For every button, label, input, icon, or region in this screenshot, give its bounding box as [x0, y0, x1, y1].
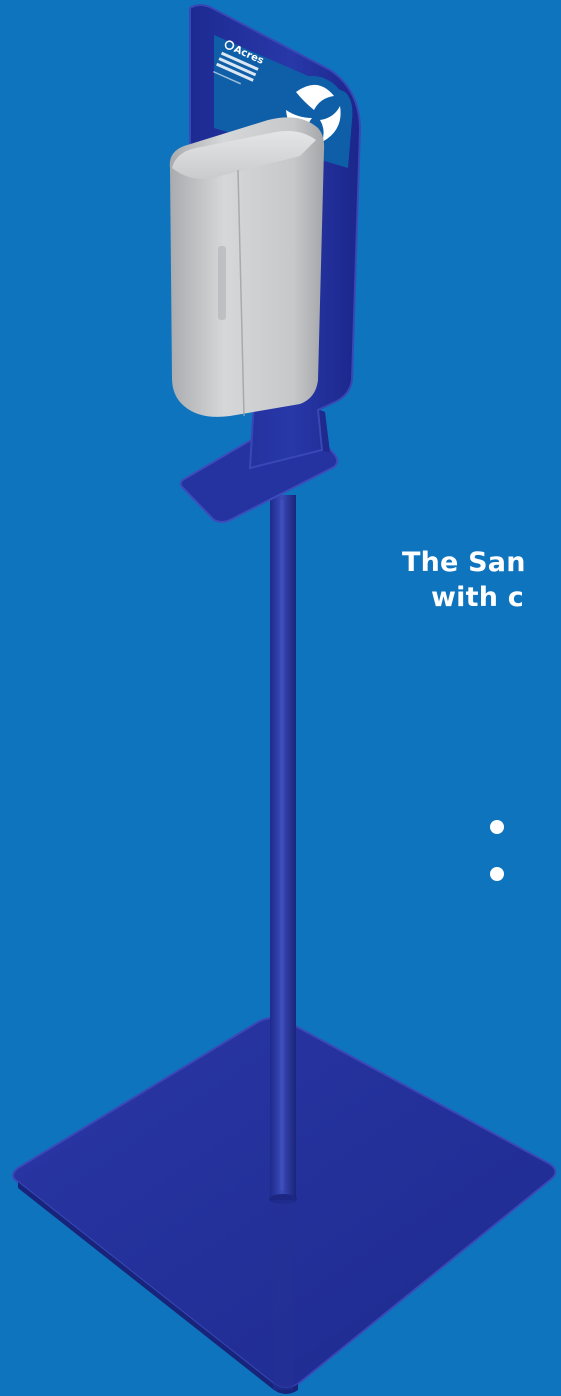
sanitiser-stand-illustration: Acres: [12, 4, 557, 1394]
dispenser-unit: [169, 117, 325, 417]
bullet-point: [490, 867, 504, 881]
headline-line-1: The San: [402, 547, 526, 578]
bullet-point: [490, 820, 504, 834]
pole-highlight: [280, 500, 284, 1190]
headline-line-2: with c: [431, 582, 524, 613]
